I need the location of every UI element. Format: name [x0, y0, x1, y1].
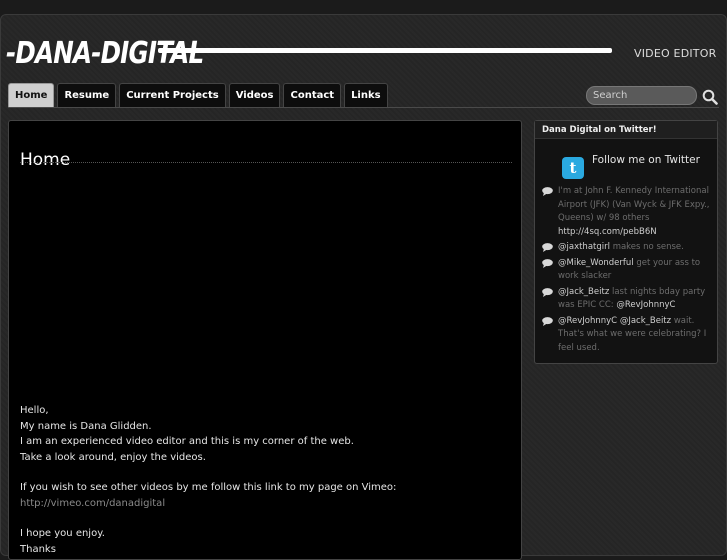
- speech-bubble-icon: [542, 287, 553, 297]
- enjoy-line: I hope you enjoy.: [20, 528, 105, 539]
- follow-twitter-link[interactable]: t Follow me on Twitter: [562, 153, 700, 179]
- search-input[interactable]: [586, 86, 697, 105]
- site-logo[interactable]: -DANA-DIGITAL: [6, 34, 247, 72]
- nav-tab-contact[interactable]: Contact: [283, 83, 342, 107]
- vimeo-text: If you wish to see other videos by me fo…: [20, 482, 397, 493]
- widget-title: Dana Digital on Twitter!: [535, 121, 717, 139]
- twitter-bird-icon: t: [562, 157, 584, 179]
- video-embed[interactable]: [20, 171, 512, 391]
- search-icon[interactable]: [702, 89, 718, 105]
- thanks-line: Thanks: [20, 543, 56, 555]
- page-title: Home: [20, 150, 71, 171]
- twitter-widget: Dana Digital on Twitter! t Follow me on …: [534, 120, 718, 364]
- follow-label: Follow me on Twitter: [592, 154, 700, 166]
- logo-text: -DANA-DIGITAL: [6, 35, 204, 71]
- tweet-item: @Jack_Beitz last nights bday party was E…: [542, 286, 714, 313]
- speech-bubble-icon: [542, 187, 553, 196]
- tweet-text: I'm at John F. Kennedy International Air…: [558, 186, 710, 223]
- name-line: My name is Dana Glidden.: [20, 420, 152, 432]
- speech-bubble-icon: [542, 316, 553, 326]
- nav-tab-videos[interactable]: Videos: [228, 83, 281, 107]
- logo-underline: [158, 48, 612, 53]
- speech-bubble-icon: [542, 243, 553, 252]
- tweet-mention[interactable]: @jaxthatgirl: [558, 242, 610, 252]
- tweet-item: @Mike_Wonderful get your ass to work sla…: [542, 257, 714, 284]
- greeting-line: Hello,: [20, 405, 49, 416]
- title-divider: [20, 162, 512, 163]
- tweet-mention[interactable]: @RevJohnnyC @Jack_Beitz: [558, 316, 671, 326]
- tweet-list: I'm at John F. Kennedy International Air…: [542, 185, 714, 357]
- tweet-link[interactable]: http://4sq.com/pebB6N: [558, 227, 657, 237]
- nav-tab-resume[interactable]: Resume: [57, 83, 117, 107]
- tweet-item: @jaxthatgirl makes no sense.: [542, 241, 714, 255]
- tweet-link[interactable]: @RevJohnnyC: [616, 300, 675, 310]
- main-content: Home Hello, My name is Dana Glidden. I a…: [8, 120, 522, 560]
- nav-tab-current-projects[interactable]: Current Projects: [119, 83, 226, 107]
- main-nav: Home Resume Current Projects Videos Cont…: [8, 83, 388, 107]
- tweet-item: @RevJohnnyC @Jack_Beitz wait. That's wha…: [542, 315, 714, 356]
- nav-tab-links[interactable]: Links: [344, 83, 388, 107]
- nav-divider: [8, 107, 719, 108]
- speech-bubble-icon: [542, 258, 553, 268]
- nav-tab-home[interactable]: Home: [8, 83, 55, 107]
- about-line: I am an experienced video editor and thi…: [20, 436, 354, 447]
- tweet-text: makes no sense.: [612, 242, 684, 252]
- tweet-mention[interactable]: @Mike_Wonderful: [558, 258, 634, 268]
- vimeo-link[interactable]: http://vimeo.com/danadigital: [20, 498, 165, 509]
- invite-line: Take a look around, enjoy the videos.: [20, 451, 206, 463]
- tweet-item: I'm at John F. Kennedy International Air…: [542, 185, 714, 239]
- tweet-mention[interactable]: @Jack_Beitz: [558, 287, 609, 297]
- site-tagline: VIDEO EDITOR: [634, 47, 717, 60]
- intro-text: Hello, My name is Dana Glidden. I am an …: [20, 403, 510, 557]
